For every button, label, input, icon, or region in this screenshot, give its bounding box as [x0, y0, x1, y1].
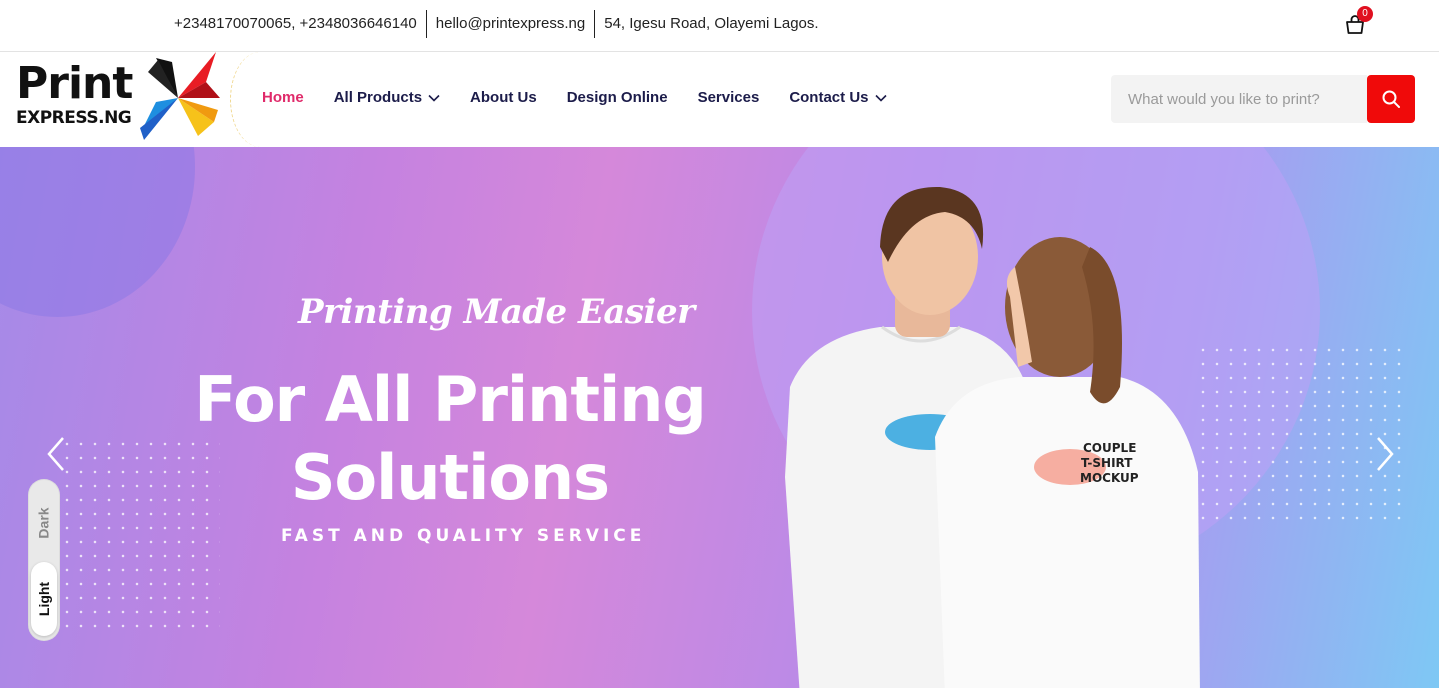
slider-next-arrow-icon[interactable] — [1374, 436, 1396, 472]
decorative-dot-grid — [1196, 343, 1406, 523]
contact-info: +2348170070065, +2348036646140 hello@pri… — [174, 10, 828, 38]
nav-item-all-products[interactable]: All Products — [334, 89, 440, 106]
theme-dark-label: Dark — [36, 507, 53, 539]
theme-dark-option[interactable]: Dark — [29, 488, 59, 558]
search-input[interactable] — [1111, 75, 1367, 123]
logo-x-mark-icon — [140, 52, 220, 140]
hero-headline: For All Printing Solutions — [170, 361, 730, 517]
chevron-down-icon — [428, 94, 440, 102]
shirt-print-text: MOCKUP — [1080, 471, 1139, 485]
theme-light-option[interactable]: Light — [31, 562, 57, 636]
search-button[interactable] — [1367, 75, 1415, 123]
main-nav: Home All Products About Us Design Online… — [262, 89, 917, 106]
nav-item-about-us[interactable]: About Us — [470, 89, 537, 106]
email-link[interactable]: hello@printexpress.ng — [427, 10, 594, 38]
decorative-circle — [0, 147, 195, 317]
headline-line-1: For All Printing — [194, 363, 706, 436]
nav-label: Services — [697, 89, 760, 106]
shirt-print-text: T-SHIRT — [1081, 456, 1133, 470]
theme-toggle[interactable]: Dark Light — [29, 480, 59, 640]
main-header: Print EXPRESS.NG Home All Products About… — [0, 52, 1439, 147]
hero-couple-image: COUPLE T-SHIRT MOCKUP — [785, 186, 1200, 688]
nav-label: All Products — [333, 89, 423, 106]
nav-item-home[interactable]: Home — [262, 89, 304, 106]
shirt-print-text: COUPLE — [1083, 441, 1136, 455]
theme-light-label: Light — [36, 581, 52, 617]
top-bar: +2348170070065, +2348036646140 hello@pri… — [0, 0, 1439, 52]
nav-label: Design Online — [566, 89, 668, 106]
nav-item-contact-us[interactable]: Contact Us — [789, 89, 887, 106]
logo-text-express: EXPRESS.NG — [16, 108, 132, 128]
hero-slider: Printing Made Easier For All Printing So… — [0, 147, 1439, 688]
headline-line-2: Solutions — [290, 441, 610, 514]
cart-count-badge: 0 — [1357, 6, 1373, 22]
site-logo[interactable]: Print EXPRESS.NG — [14, 52, 220, 146]
phone-numbers[interactable]: +2348170070065, +2348036646140 — [174, 10, 426, 38]
slider-prev-arrow-icon[interactable] — [45, 436, 67, 472]
nav-item-design-online[interactable]: Design Online — [567, 89, 668, 106]
hero-subline: FAST AND QUALITY SERVICE — [281, 526, 646, 546]
nav-label: Contact Us — [789, 89, 869, 106]
address-text: 54, Igesu Road, Olayemi Lagos. — [604, 15, 819, 32]
nav-item-services[interactable]: Services — [698, 89, 760, 106]
nav-label: About Us — [470, 89, 537, 106]
logo-text-print: Print — [16, 58, 133, 109]
nav-label: Home — [262, 89, 304, 106]
hero-tagline: Printing Made Easier — [298, 292, 695, 332]
chevron-down-icon — [874, 94, 887, 102]
search-icon — [1382, 90, 1400, 108]
